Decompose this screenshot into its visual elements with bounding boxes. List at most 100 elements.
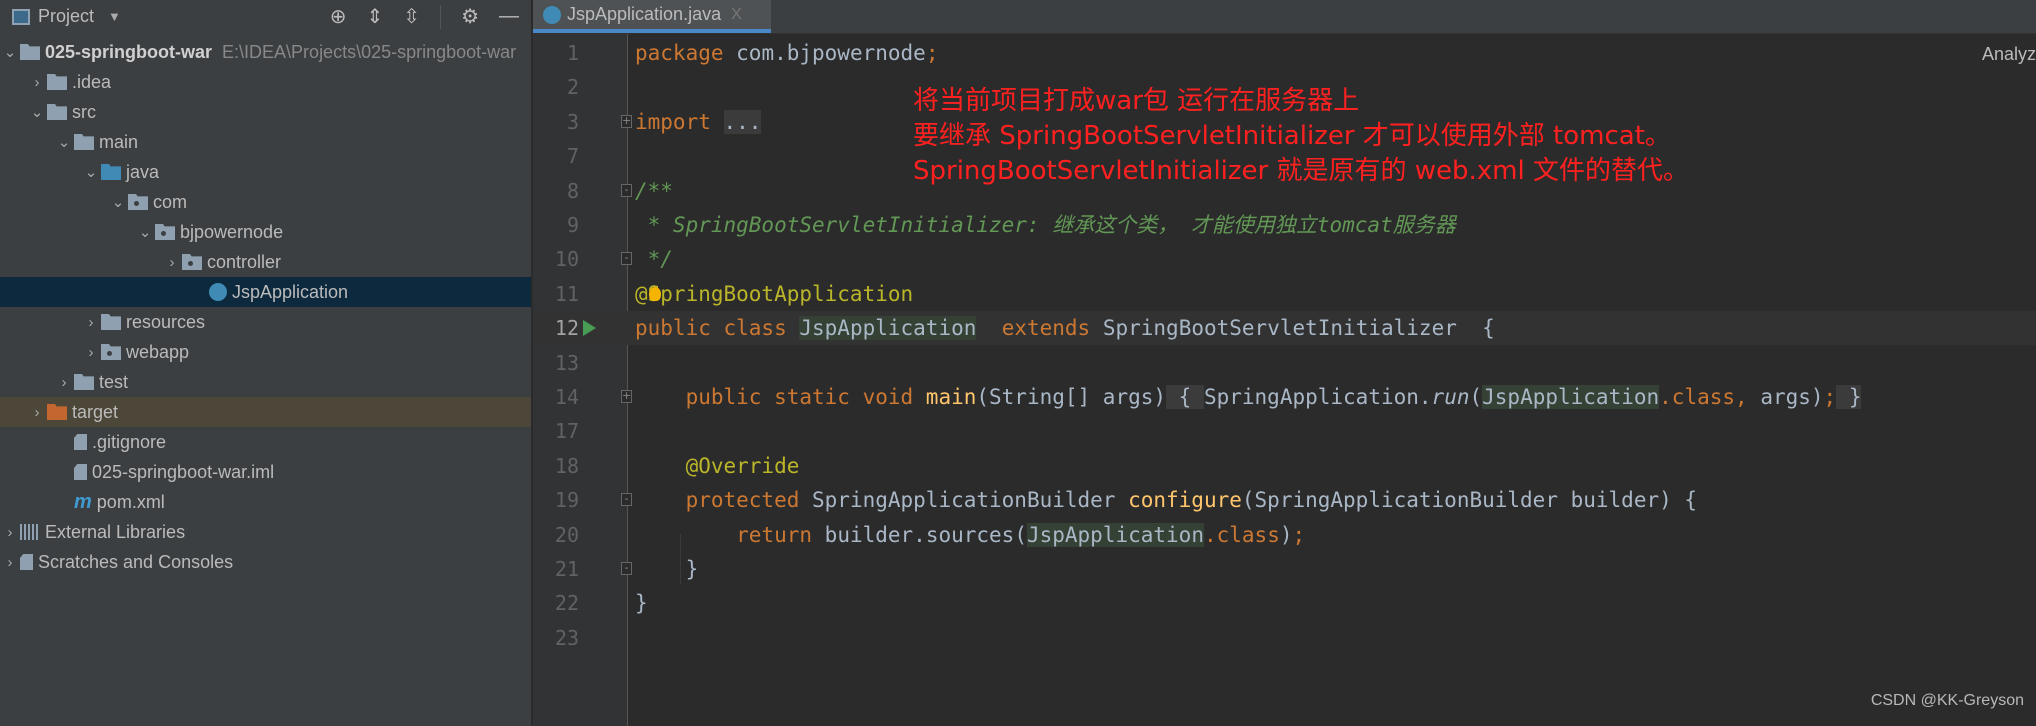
tree-item-label: controller — [207, 251, 282, 272]
tab-jspapplication-java[interactable]: JspApplication.java X — [533, 0, 771, 33]
code-text: public class JspApplication extends Spri… — [635, 311, 1495, 345]
code-line[interactable]: 9 * SpringBootServletInitializer: 继承这个类，… — [533, 208, 2036, 242]
libraries-icon — [20, 524, 40, 540]
code-line[interactable]: 11 @SpringBootApplication — [533, 277, 2036, 311]
tree-item-target[interactable]: › target — [0, 397, 531, 427]
code-line[interactable]: 18 @Override — [533, 449, 2036, 483]
locate-icon[interactable]: ⊕ — [330, 4, 347, 29]
chevron-right-icon[interactable]: › — [81, 344, 101, 361]
dropdown-arrow-icon[interactable]: ▼ — [108, 9, 121, 24]
chevron-down-icon[interactable]: ⌄ — [54, 133, 74, 151]
code-line[interactable]: 23 — [533, 621, 2036, 655]
tree-item-label: .idea — [72, 71, 112, 92]
code-line[interactable]: 20 return builder.sources(JspApplication… — [533, 518, 2036, 552]
tree-item-025-springboot-war-iml[interactable]: 025-springboot-war.iml — [0, 457, 531, 487]
tree-item-java[interactable]: ⌄ java — [0, 157, 531, 187]
tree-item-label: JspApplication — [232, 281, 349, 302]
line-number: 8 — [566, 178, 579, 203]
code-token: .class, — [1659, 385, 1761, 409]
chevron-right-icon[interactable]: › — [54, 374, 74, 391]
expand-fold-icon[interactable]: + — [621, 114, 632, 128]
tab-label: JspApplication.java — [567, 4, 722, 24]
code-line[interactable]: 1 package com.bjpowernode; — [533, 36, 2036, 70]
collapse-fold-icon[interactable]: - — [621, 183, 632, 197]
code-line[interactable]: 21 - } — [533, 552, 2036, 586]
close-tab-icon[interactable]: X — [731, 6, 742, 24]
tree-item-main[interactable]: ⌄ main — [0, 127, 531, 157]
gear-icon[interactable]: ⚙ — [461, 4, 479, 29]
collapse-fold-icon[interactable]: - — [621, 562, 632, 575]
scratches-icon — [20, 554, 33, 570]
line-number: 12 — [554, 316, 579, 341]
collapse-fold-icon[interactable]: - — [621, 493, 632, 507]
line-number: 21 — [554, 557, 579, 581]
folder-icon — [74, 134, 94, 150]
code-token: SpringApplicationBuilder — [812, 488, 1129, 513]
project-view-selector[interactable]: Project — [38, 6, 94, 27]
code-text: import ... — [635, 105, 762, 139]
tree-item-com[interactable]: ⌄ com — [0, 187, 531, 217]
expand-fold-icon[interactable]: + — [621, 390, 632, 403]
chevron-down-icon[interactable]: ⌄ — [27, 103, 47, 121]
line-number: 20 — [554, 522, 579, 547]
tree-item-src[interactable]: ⌄ src — [0, 97, 531, 127]
tree-item-webapp[interactable]: › webapp — [0, 337, 531, 367]
code-line[interactable]: 13 — [533, 346, 2036, 380]
chevron-down-icon[interactable]: ⌄ — [135, 223, 155, 241]
chevron-down-icon[interactable]: ⌄ — [108, 193, 128, 211]
code-token: JspApplication — [1482, 385, 1660, 409]
package-icon — [101, 344, 121, 360]
run-icon[interactable] — [583, 320, 596, 337]
file-icon — [74, 464, 87, 480]
chevron-right-icon[interactable]: › — [162, 254, 182, 271]
chevron-down-icon[interactable]: ⌄ — [81, 163, 101, 181]
line-number: 14 — [554, 385, 579, 409]
tree-item-scratches-and-consoles[interactable]: › Scratches and Consoles — [0, 547, 531, 577]
tree-item-label: java — [126, 161, 160, 182]
chevron-right-icon[interactable]: › — [81, 314, 101, 331]
chevron-right-icon[interactable]: › — [0, 524, 20, 541]
tree-item-jspapplication[interactable]: JspApplication — [0, 277, 531, 307]
code-text: } — [635, 586, 648, 620]
tree-item-label: bjpowernode — [180, 221, 284, 242]
line-number: 23 — [554, 625, 579, 650]
chevron-right-icon[interactable]: › — [27, 74, 47, 91]
code-line[interactable]: 22} — [533, 586, 2036, 620]
code-line[interactable]: 14 + public static void main(String[] arg… — [533, 380, 2036, 414]
chevron-right-icon[interactable]: › — [27, 404, 47, 421]
tree-item-bjpowernode[interactable]: ⌄ bjpowernode — [0, 217, 531, 247]
editor: JspApplication.java X 1 package com.bjpow… — [533, 0, 2036, 726]
collapse-all-icon[interactable]: ⇳ — [403, 4, 420, 29]
tree-item-025-springboot-war[interactable]: ⌄ 025-springboot-war E:\IDEA\Projects\025-… — [0, 37, 531, 67]
code-token: main — [925, 385, 977, 409]
tree-item-gitignore[interactable]: .gitignore — [0, 427, 531, 457]
tree-item-label: 025-springboot-war — [45, 41, 213, 62]
lightbulb-icon[interactable] — [649, 286, 661, 301]
code-line[interactable]: 12 public class JspApplication extends Sp… — [533, 311, 2036, 346]
expand-all-icon[interactable]: ⇕ — [367, 4, 384, 29]
analyze-indicator[interactable]: Analyz — [1982, 44, 2036, 65]
minimize-icon[interactable]: — — [499, 5, 519, 28]
chevron-right-icon[interactable]: › — [0, 554, 20, 571]
chevron-down-icon[interactable]: ⌄ — [0, 43, 20, 61]
code-token: JspApplication — [799, 316, 977, 341]
code-token: } — [635, 591, 648, 616]
code-line[interactable]: 19 - protected SpringApplicationBuilder c… — [533, 483, 2036, 517]
package-icon — [182, 254, 202, 270]
collapse-fold-icon[interactable]: - — [621, 252, 632, 266]
tree-item-resources[interactable]: › resources — [0, 307, 531, 337]
code-line[interactable]: 10 - */ — [533, 242, 2036, 276]
tree-item-idea[interactable]: › .idea — [0, 67, 531, 97]
line-number: 2 — [566, 75, 579, 100]
tree-item-pom-xml[interactable]: m pom.xml — [0, 487, 531, 517]
tree-item-test[interactable]: › test — [0, 367, 531, 397]
tree-item-external-libraries[interactable]: › External Libraries — [0, 517, 531, 547]
tree-item-controller[interactable]: › controller — [0, 247, 531, 277]
watermark: CSDN @KK-Greyson — [1870, 692, 2024, 709]
code-text: protected SpringApplicationBuilder confi… — [635, 483, 1697, 517]
code-line[interactable]: 17 — [533, 414, 2036, 448]
